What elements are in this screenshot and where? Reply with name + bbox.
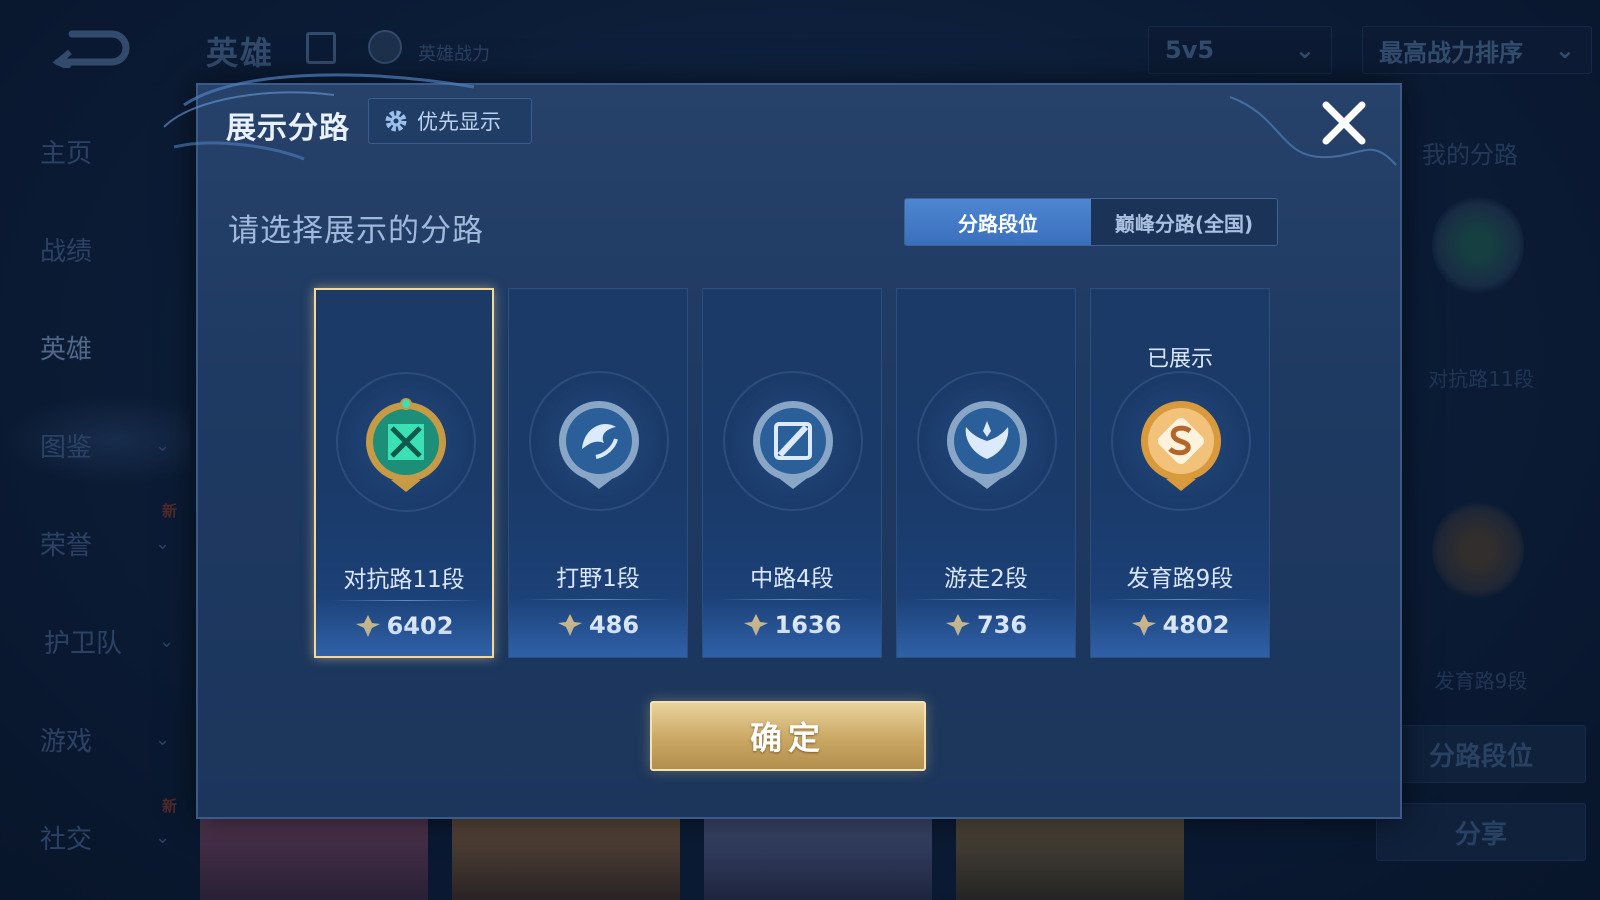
close-icon[interactable] [1318, 97, 1370, 149]
lane-name: 对抗路11段 [343, 567, 465, 593]
top-lane-emblem-icon [366, 398, 446, 492]
lane-name: 发育路9段 [1126, 566, 1234, 592]
card-bottom-glow [316, 596, 492, 656]
lane-mode-tabs: 分路段位 巅峰分路(全国) [904, 198, 1278, 246]
lane-name: 游走2段 [944, 566, 1028, 592]
lane-display-dialog: 展示分路 优先显示 请选择展示的分路 分路段位 巅峰分路(全国) 对抗路11段 … [163, 73, 1402, 819]
already-shown-label: 已展示 [1146, 347, 1213, 372]
lane-name: 打野1段 [556, 566, 640, 592]
card-bottom-glow [897, 597, 1075, 657]
lane-card-mid[interactable]: 中路4段 1636 [702, 288, 882, 658]
lane-name: 中路4段 [750, 566, 834, 592]
mid-lane-emblem-icon [753, 401, 833, 489]
card-bottom-glow [509, 597, 687, 657]
priority-display-label: 优先显示 [417, 110, 501, 134]
bot-lane-emblem-icon [1141, 401, 1221, 491]
decorative-swirl [1229, 96, 1397, 166]
tab-lane-rank[interactable]: 分路段位 [905, 199, 1091, 245]
lane-card-list: 对抗路11段 6402 打野1段 486 [314, 288, 1290, 664]
lane-card-bot[interactable]: 已展示 发育路9段 4802 [1090, 288, 1270, 658]
support-emblem-icon [947, 401, 1027, 489]
card-bottom-glow [703, 597, 881, 657]
card-bottom-glow [1091, 597, 1269, 657]
lane-card-support[interactable]: 游走2段 736 [896, 288, 1076, 658]
lane-card-jungle[interactable]: 打野1段 486 [508, 288, 688, 658]
select-lane-prompt: 请选择展示的分路 [228, 213, 484, 249]
confirm-button[interactable]: 确定 [650, 701, 926, 771]
priority-display-button[interactable]: 优先显示 [368, 98, 532, 144]
lane-card-top[interactable]: 对抗路11段 6402 [314, 288, 494, 658]
gear-icon [385, 110, 407, 132]
tab-peak-lane-national[interactable]: 巅峰分路(全国) [1091, 199, 1277, 245]
dialog-title: 展示分路 [226, 111, 350, 146]
jungle-emblem-icon [559, 401, 639, 489]
